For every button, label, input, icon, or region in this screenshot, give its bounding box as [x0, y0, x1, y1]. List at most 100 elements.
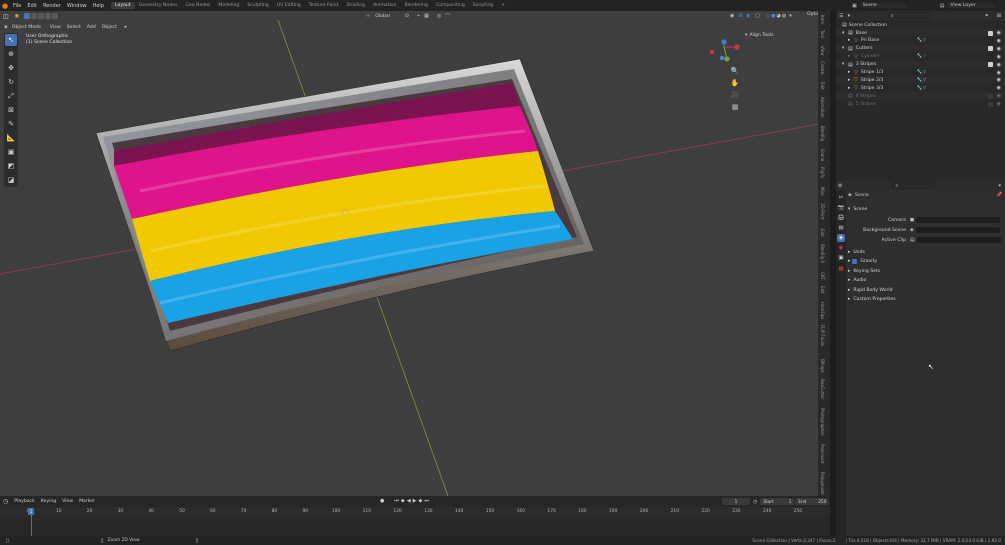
audio-panel-header[interactable]: ▸ Audio: [846, 276, 1005, 285]
active-clip-field[interactable]: [916, 237, 1001, 243]
outliner-row[interactable]: ▾ ▤ 3 Stripes ◉: [836, 60, 1005, 69]
n-panel-tab[interactable]: 3D-Print: [820, 203, 825, 219]
timeline[interactable]: ◷ Playback Keying View Marker ● ⏮ ◆ ◀ ▶ …: [0, 496, 830, 536]
select-tool-icon[interactable]: ↖: [5, 34, 17, 46]
eye-icon[interactable]: ◉: [997, 77, 1001, 83]
properties-options-icon[interactable]: ▾: [998, 183, 1001, 189]
timeline-track[interactable]: [0, 516, 830, 536]
n-panel-tab[interactable]: CAT: [820, 272, 825, 280]
tab-rendering[interactable]: Rendering: [401, 2, 432, 9]
n-panel-tab[interactable]: HardOps: [820, 302, 825, 319]
tab-compositing[interactable]: Compositing: [432, 2, 469, 9]
mode-selector[interactable]: Object Mode: [9, 25, 44, 30]
solid-shading-icon[interactable]: ●: [771, 13, 775, 19]
camera-field[interactable]: [916, 217, 1001, 223]
n-panel-tab[interactable]: Polygonizer: [820, 472, 825, 495]
collapse-icon[interactable]: ◂: [124, 24, 127, 30]
outliner-row[interactable]: ▤ 5 Stripes ◉: [836, 100, 1005, 108]
pan-hand-icon[interactable]: ✋: [730, 78, 740, 88]
menu-select[interactable]: Select: [64, 25, 84, 30]
boxcutter-tool-icon[interactable]: ◩: [5, 160, 17, 172]
eye-icon[interactable]: ◉: [997, 70, 1001, 76]
eye-icon[interactable]: ◉: [997, 62, 1001, 68]
overlay-icon[interactable]: ◐: [747, 13, 751, 19]
editor-type-icon[interactable]: ◫: [0, 13, 12, 20]
n-panel-tab[interactable]: BProps: [820, 359, 825, 373]
output-tab-icon[interactable]: 🖨: [837, 214, 845, 222]
blender-logo-icon[interactable]: ●: [0, 2, 10, 10]
scene-tab-icon[interactable]: ◈: [837, 234, 845, 242]
eye-icon[interactable]: ◉: [997, 46, 1001, 52]
tool-tab-icon[interactable]: ✂: [837, 194, 845, 202]
snap-icon[interactable]: ⌁: [417, 13, 420, 19]
playhead[interactable]: 1: [28, 508, 34, 515]
texture-tab-icon[interactable]: ▦: [837, 265, 845, 273]
exclude-checkbox[interactable]: [987, 46, 993, 52]
annotate-tool-icon[interactable]: ✎: [5, 118, 17, 130]
exclude-checkbox[interactable]: [987, 62, 993, 68]
n-panel-tab[interactable]: BlenRig: [820, 126, 825, 141]
modifier-icon[interactable]: 🔧▽: [917, 38, 926, 43]
rendered-shading-icon[interactable]: ◍: [782, 13, 786, 19]
collection-tab-icon[interactable]: ▣: [837, 254, 845, 262]
n-panel-tab[interactable]: BlenRig 6: [820, 244, 825, 263]
exclude-checkbox[interactable]: [987, 101, 993, 107]
measure-tool-icon[interactable]: 📐: [5, 132, 17, 144]
tab-shading[interactable]: Shading: [342, 2, 369, 9]
select-invert-icon[interactable]: [45, 13, 52, 19]
add-workspace-button[interactable]: +: [497, 2, 509, 9]
tab-layout[interactable]: Layout: [111, 2, 135, 9]
outliner-row[interactable]: ▸ ▽ Pri Base 🔧▽ ◉: [836, 37, 1005, 45]
outliner-row[interactable]: ▤ 4 Stripes ◉: [836, 92, 1005, 101]
n-panel-tab[interactable]: Misc: [820, 187, 825, 196]
n-panel-tab[interactable]: Animation: [820, 97, 825, 117]
orientation-selector[interactable]: Global: [372, 14, 393, 19]
menu-view[interactable]: View: [47, 25, 64, 30]
gravity-panel-header[interactable]: ▸ Gravity: [846, 257, 1005, 266]
eye-icon[interactable]: ◉: [997, 85, 1001, 91]
tab-geo-nodes[interactable]: Geo Nodes: [181, 2, 214, 9]
n-panel-tab[interactable]: View: [820, 46, 825, 56]
tab-geometry-nodes[interactable]: Geometry Nodes: [135, 2, 182, 9]
n-panel-tab[interactable]: Create: [820, 61, 825, 74]
eye-icon[interactable]: ◉: [997, 93, 1001, 99]
outliner-row[interactable]: ▾ ▤ Cutters ◉: [836, 44, 1005, 53]
modifier-icon[interactable]: 🔧▽: [917, 86, 926, 91]
tab-scripting[interactable]: Scripting: [469, 2, 497, 9]
tab-uv-editing[interactable]: UV Editing: [273, 2, 305, 9]
outliner-row[interactable]: ▸ ▽ Stripe 3/3 🔧▽ ◉: [836, 84, 1005, 92]
falloff-icon[interactable]: ⌒: [445, 13, 450, 20]
xray-icon[interactable]: ▢: [755, 13, 760, 19]
scale-tool-icon[interactable]: ⤢: [5, 90, 17, 102]
tab-sculpting[interactable]: Sculpting: [243, 2, 272, 9]
tab-animation[interactable]: Animation: [369, 2, 400, 9]
render-tab-icon[interactable]: 📷: [837, 204, 845, 212]
visibility-icon[interactable]: ◉: [730, 13, 734, 19]
modifier-icon[interactable]: 🔧▽: [917, 78, 926, 83]
units-panel-header[interactable]: ▸ Units: [846, 248, 1005, 257]
modifier-icon[interactable]: 🔧▽: [917, 70, 926, 75]
shading-dropdown-icon[interactable]: ▾: [789, 13, 792, 19]
move-tool-icon[interactable]: ✥: [5, 62, 17, 74]
outliner-row[interactable]: ▸ ▽ Stripe 1/3 🔧▽ ◉: [836, 69, 1005, 77]
snap-target-icon[interactable]: ▦: [424, 13, 429, 19]
tab-texture-paint[interactable]: Texture Paint: [305, 2, 343, 9]
material-shading-icon[interactable]: ◕: [776, 13, 780, 19]
menu-edit[interactable]: Edit: [24, 3, 40, 9]
select-mode-icon[interactable]: ▣: [12, 14, 22, 19]
align-tools-panel[interactable]: ▾ Align Tools: [745, 33, 774, 38]
background-scene-field[interactable]: [915, 227, 1000, 233]
exclude-checkbox[interactable]: [987, 30, 993, 36]
n-panel-tab[interactable]: Edit: [820, 229, 825, 237]
pivot-icon[interactable]: ⊙: [405, 13, 409, 19]
n-panel-tab[interactable]: Photographer: [820, 408, 825, 435]
menu-add[interactable]: Add: [84, 25, 99, 30]
perspective-grid-icon[interactable]: ▦: [730, 102, 740, 112]
outliner[interactable]: ☰ ▾ ⌕ ⏷ ⊞ ▤ Scene Collection ▾ ▤ Base ◉ ▸ ▽ Pr…: [836, 11, 1005, 181]
scene-selector[interactable]: Scene: [859, 2, 908, 9]
n-panel-tab[interactable]: Scene: [820, 149, 825, 161]
n-panel-tab[interactable]: Rigify: [820, 167, 825, 178]
eye-icon[interactable]: ◉: [997, 30, 1001, 36]
hardops-tool-icon[interactable]: ◪: [5, 174, 17, 186]
view-layer-selector[interactable]: View Layer: [947, 2, 996, 9]
